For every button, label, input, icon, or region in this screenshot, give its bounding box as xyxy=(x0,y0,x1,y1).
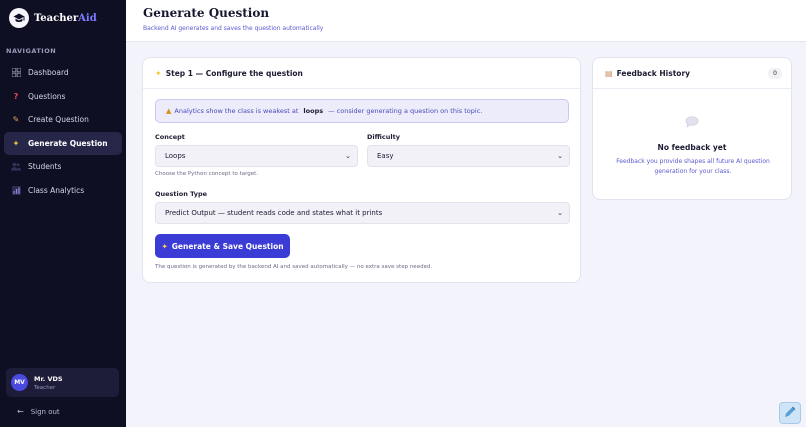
page-header: Generate Question Backend AI generates a… xyxy=(126,0,806,42)
floating-helper-button[interactable] xyxy=(779,402,801,424)
chevron-down-icon: ⌄ xyxy=(557,152,563,160)
sparkle-icon: ✦ xyxy=(12,138,20,148)
sidebar-item-questions[interactable]: ? Questions xyxy=(4,85,122,109)
avatar: MV xyxy=(11,374,28,391)
sidebar-item-create-question[interactable]: ✎ Create Question xyxy=(4,108,122,132)
concept-label: Concept xyxy=(155,133,185,141)
question-type-select-value: Predict Output — student reads code and … xyxy=(165,209,383,217)
alert-text-pre: Analytics show the class is weakest at xyxy=(174,107,299,115)
feedback-card-title: ▤ Feedback History xyxy=(605,69,690,78)
feedback-title-text: Feedback History xyxy=(616,69,691,78)
divider xyxy=(593,88,791,89)
question-type-select[interactable]: Predict Output — student reads code and … xyxy=(155,202,570,224)
configure-card-title: ✦ Step 1 — Configure the question xyxy=(155,69,303,78)
feedback-history-card: ▤ Feedback History 0 No feedback yet Fee… xyxy=(592,57,792,200)
concept-select-value: Loops xyxy=(165,152,186,160)
sidebar-nav: Dashboard ? Questions ✎ Create Question … xyxy=(4,61,122,202)
configure-card: ✦ Step 1 — Configure the question ▲ Anal… xyxy=(142,57,581,283)
clipboard-icon: ▤ xyxy=(605,69,613,78)
difficulty-label: Difficulty xyxy=(367,133,400,141)
generate-save-button[interactable]: ✦ Generate & Save Question xyxy=(155,234,290,258)
brand[interactable]: TeacherAid xyxy=(9,8,97,28)
brand-accent: Aid xyxy=(78,12,97,24)
chevron-down-icon: ⌄ xyxy=(345,152,351,160)
concept-select[interactable]: Loops ⌄ xyxy=(155,145,358,167)
sidebar-item-label: Questions xyxy=(28,91,66,101)
users-icon xyxy=(11,162,21,172)
difficulty-select[interactable]: Easy ⌄ xyxy=(367,145,570,167)
question-icon: ? xyxy=(13,91,19,101)
page-title: Generate Question xyxy=(143,6,270,20)
arrow-left-icon: ← xyxy=(17,407,24,416)
chart-icon xyxy=(11,185,21,195)
alert-text-post: — consider generating a question on this… xyxy=(328,107,483,115)
analytics-alert: ▲ Analytics show the class is weakest at… xyxy=(155,99,569,123)
sidebar-item-generate-question[interactable]: ✦ Generate Question xyxy=(4,131,122,155)
user-card[interactable]: MV Mr. VDS Teacher xyxy=(6,368,119,397)
concept-hint: Choose the Python concept to target. xyxy=(155,171,259,177)
sidebar-item-label: Create Question xyxy=(28,115,89,125)
user-name: Mr. VDS xyxy=(34,374,63,383)
sparkle-icon: ✦ xyxy=(161,241,168,251)
sparkle-icon: ✦ xyxy=(155,69,162,78)
page-subtitle: Backend AI generates and saves the quest… xyxy=(143,25,324,32)
pencil-icon: ✎ xyxy=(12,115,20,125)
speech-bubble-icon xyxy=(685,116,699,131)
chevron-down-icon: ⌄ xyxy=(557,209,563,217)
brand-name: TeacherAid xyxy=(34,13,97,24)
sidebar-item-label: Generate Question xyxy=(28,138,108,148)
user-meta: Mr. VDS Teacher xyxy=(34,375,63,391)
nav-heading: NAVIGATION xyxy=(6,47,57,55)
brand-main: Teacher xyxy=(34,12,79,24)
graduation-cap-icon xyxy=(9,8,29,28)
difficulty-select-value: Easy xyxy=(377,152,394,160)
sign-out-label: Sign out xyxy=(30,407,60,416)
empty-text: Feedback you provide shapes all future A… xyxy=(616,158,770,175)
sign-out-button[interactable]: ← Sign out xyxy=(17,407,60,416)
configure-title-text: Step 1 — Configure the question xyxy=(165,69,303,78)
user-role: Teacher xyxy=(34,384,56,391)
grid-icon xyxy=(11,68,21,78)
divider xyxy=(143,88,580,89)
sidebar-item-label: Students xyxy=(28,162,62,172)
empty-title: No feedback yet xyxy=(657,143,727,152)
sidebar-item-students[interactable]: Students xyxy=(4,155,122,179)
sidebar-item-label: Class Analytics xyxy=(28,185,85,195)
generate-footnote: The question is generated by the backend… xyxy=(155,264,433,270)
pen-tool-icon xyxy=(783,404,797,423)
alert-topic: loops xyxy=(303,107,324,115)
sidebar-item-label: Dashboard xyxy=(28,68,69,78)
generate-save-label: Generate & Save Question xyxy=(171,241,284,251)
feedback-count-badge: 0 xyxy=(768,68,782,79)
warning-icon: ▲ xyxy=(166,107,172,115)
sidebar: TeacherAid NAVIGATION Dashboard ? Questi… xyxy=(0,0,126,427)
question-type-label: Question Type xyxy=(155,190,208,198)
sidebar-item-dashboard[interactable]: Dashboard xyxy=(4,61,122,85)
sidebar-item-class-analytics[interactable]: Class Analytics xyxy=(4,179,122,203)
